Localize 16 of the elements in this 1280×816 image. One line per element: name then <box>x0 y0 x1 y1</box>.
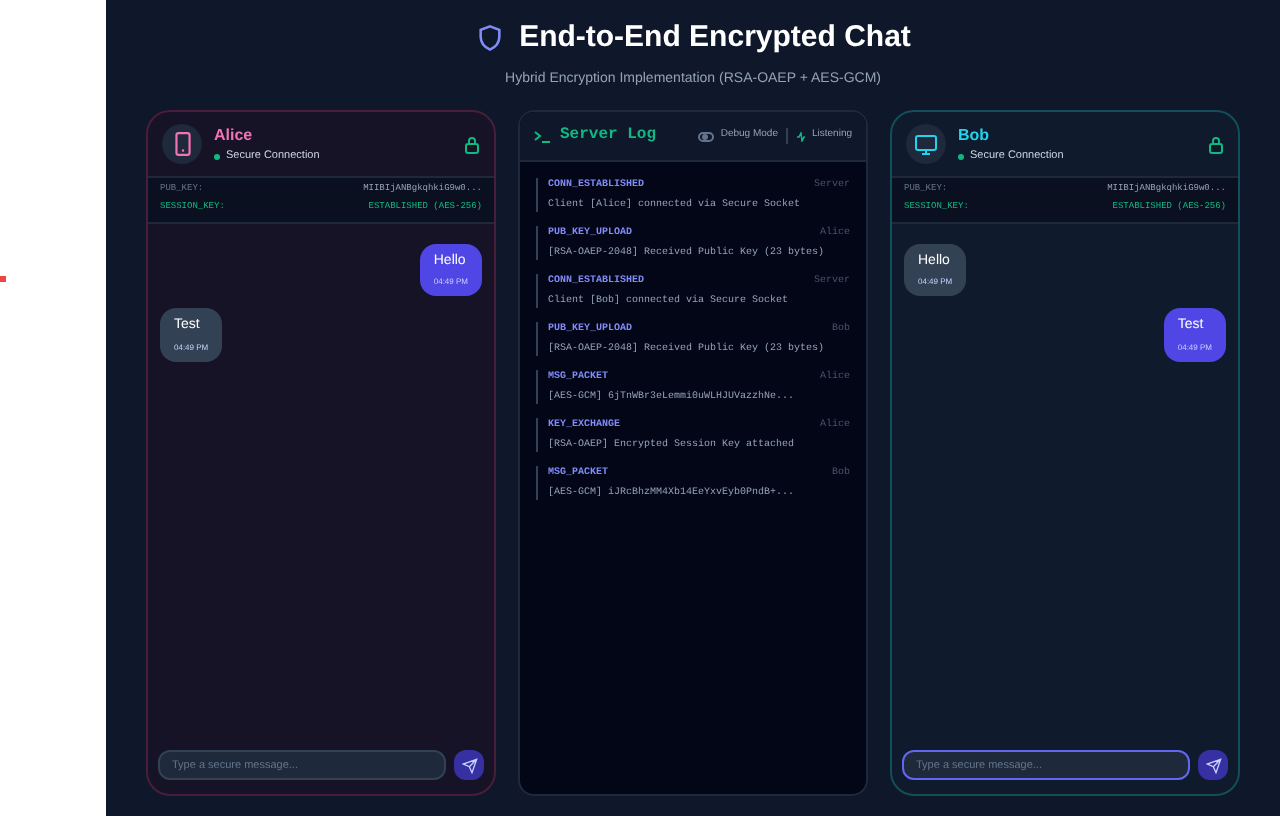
terminal-icon <box>534 129 552 143</box>
send-button[interactable] <box>454 750 484 780</box>
page-title: End-to-End Encrypted Chat <box>519 18 911 58</box>
phone-icon <box>173 132 191 156</box>
lock-icon <box>464 135 480 153</box>
user-name: Alice <box>214 123 255 148</box>
send-icon <box>1205 757 1221 773</box>
user-name: Bob <box>958 123 992 148</box>
send-button[interactable] <box>1198 750 1228 780</box>
lock-icon <box>1208 135 1224 153</box>
shield-icon <box>475 22 504 55</box>
toggle-switch[interactable] <box>698 131 715 141</box>
monitor-icon <box>914 133 938 155</box>
send-icon <box>461 757 477 773</box>
pulse-icon <box>795 131 806 141</box>
log-title: Server Log <box>560 124 657 148</box>
